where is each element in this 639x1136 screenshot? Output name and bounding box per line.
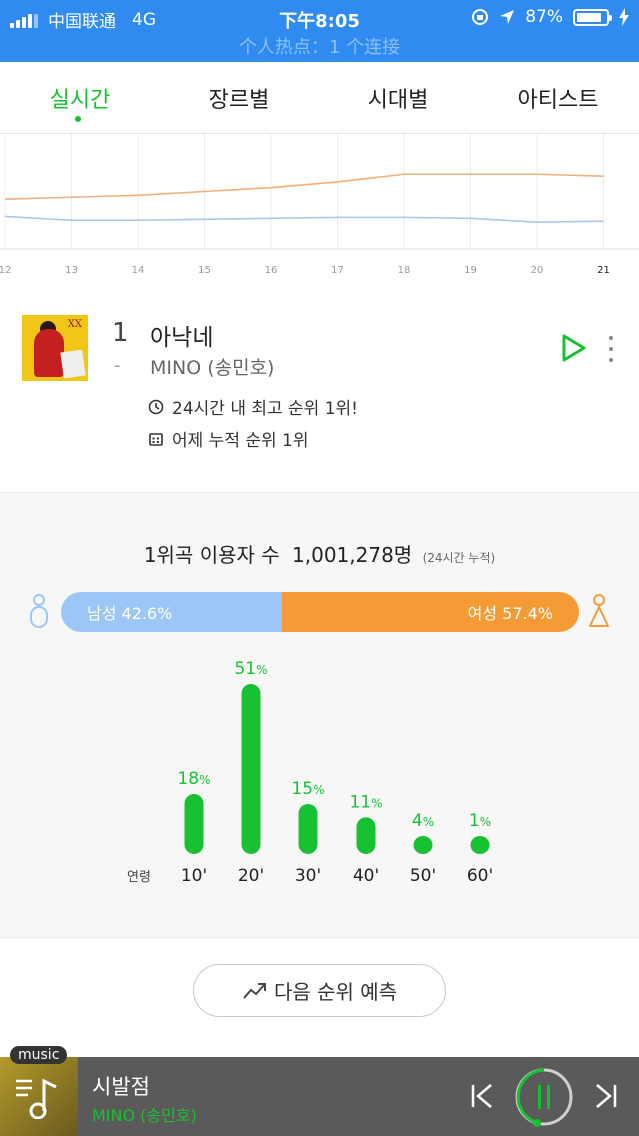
listener-count-note: (24시간 누적) <box>422 551 496 565</box>
age-distribution-chart: 18% 10' 51% 20' 15% 30' 11% 40' 4% 50' 1% 60' 연령 <box>127 659 493 886</box>
tab-realtime[interactable]: 실시간 <box>0 82 160 114</box>
album-art[interactable]: XX <box>22 315 88 381</box>
age-bar-value-label: 51% <box>234 659 267 679</box>
male-icon <box>30 594 48 628</box>
age-axis-label: 연령 <box>127 870 151 885</box>
chart-x-tick-label: 17 <box>331 265 344 276</box>
rank-trend-chart: 12 13 14 15 16 17 18 19 20 21 <box>0 134 639 284</box>
age-bar-value-label: 18% <box>177 769 210 789</box>
top-song: XX 1 - 아낙네 MINO (송민호) 24시간 내 최고 순위 1위! 어… <box>0 300 639 490</box>
age-category-label: 20' <box>238 866 264 886</box>
hotspot-banner[interactable]: 个人热点：1 个连接 <box>0 33 639 59</box>
rotation-lock-icon <box>472 9 489 25</box>
listener-count-value: 1,001,278명 <box>292 543 413 567</box>
clock-icon <box>148 399 164 414</box>
more-options-button[interactable] <box>605 336 617 362</box>
female-icon <box>589 594 609 627</box>
chart-x-tick-label: 13 <box>65 265 78 276</box>
age-bar-50 <box>413 836 433 854</box>
age-category-label: 60' <box>467 866 493 886</box>
pause-button[interactable] <box>514 1067 574 1127</box>
tab-genre[interactable]: 장르별 <box>159 82 319 114</box>
chart-x-tick-label: 14 <box>132 265 145 276</box>
status-bar: 中国联通 4G 下午8:05 87% 个人热点：1 个连接 <box>0 0 639 62</box>
player-artist[interactable]: MINO (송민호) <box>92 1102 197 1126</box>
music-tag: music <box>10 1046 68 1064</box>
next-track-icon[interactable] <box>594 1083 618 1109</box>
predict-button-label: 다음 순위 예측 <box>273 980 398 1004</box>
chart-x-tick-label: 21 <box>597 265 610 276</box>
song-artist[interactable]: MINO (송민호) <box>150 353 274 380</box>
song-title[interactable]: 아낙네 <box>150 318 213 352</box>
tab-bar: 실시간 장르별 시대별 아티스트 <box>0 62 639 134</box>
tab-artist[interactable]: 아티스트 <box>478 82 638 114</box>
previous-track-icon[interactable] <box>470 1083 494 1109</box>
age-bar-value-label: 4% <box>412 811 434 831</box>
age-bar-10 <box>184 794 204 854</box>
chart-x-tick-label: 20 <box>531 265 544 276</box>
rank-trend-svg: 12 13 14 15 16 17 18 19 20 21 <box>0 134 639 276</box>
listener-stats: 1위곡 이용자 수 1,001,278명 (24시간 누적) 남성 42.6% … <box>0 492 639 938</box>
age-bar-value-label: 11% <box>349 792 382 812</box>
calendar-icon <box>149 432 163 446</box>
age-category-label: 40' <box>353 866 379 886</box>
playlist-icon[interactable] <box>14 1075 62 1119</box>
chart-x-tick-label: 16 <box>265 265 278 276</box>
chart-x-tick-label: 12 <box>0 265 11 276</box>
trend-up-icon <box>243 982 266 999</box>
player-title[interactable]: 시발점 <box>92 1071 150 1101</box>
age-bar-value-label: 1% <box>469 811 491 831</box>
listener-count: 1위곡 이용자 수 1,001,278명 (24시간 누적) <box>0 539 639 568</box>
chart-x-tick-label: 18 <box>398 265 411 276</box>
location-icon <box>500 10 515 24</box>
age-category-label: 50' <box>410 866 436 886</box>
age-category-label: 10' <box>181 866 207 886</box>
age-category-label: 30' <box>295 866 321 886</box>
play-icon[interactable] <box>560 332 588 364</box>
gender-ratio-bar: 남성 42.6% 여성 57.4% <box>61 592 579 632</box>
active-tab-indicator <box>75 116 81 122</box>
chart-series-line-2 <box>4 215 604 223</box>
cumulative-rank-info: 어제 누적 순위 1위 <box>148 426 309 451</box>
female-ratio-segment: 여성 57.4% <box>281 592 579 632</box>
status-right: 87% <box>471 7 629 27</box>
song-rank: 1 <box>112 318 129 348</box>
chart-x-tick-label: 19 <box>464 265 477 276</box>
peak-rank-text: 24시간 내 최고 순위 1위! <box>172 399 358 419</box>
chart-series-line-1 <box>4 173 604 200</box>
peak-rank-info: 24시간 내 최고 순위 1위! <box>148 394 358 419</box>
battery-icon <box>573 8 612 26</box>
predict-next-rank-button[interactable]: 다음 순위 예측 <box>193 964 446 1017</box>
mini-player[interactable]: 시발점 MINO (송민호) <box>0 1057 639 1136</box>
tab-era[interactable]: 시대별 <box>318 82 478 114</box>
age-bar-20 <box>241 684 261 854</box>
cumulative-rank-text: 어제 누적 순위 1위 <box>172 431 309 451</box>
battery-percent: 87% <box>525 7 563 27</box>
chart-x-tick-label: 15 <box>198 265 211 276</box>
listener-count-label: 1위곡 이용자 수 <box>143 543 280 567</box>
rank-change: - <box>114 355 121 376</box>
age-bar-30 <box>298 804 318 854</box>
charging-icon <box>619 8 629 26</box>
age-bar-value-label: 15% <box>291 779 324 799</box>
male-ratio-segment: 남성 42.6% <box>61 592 282 632</box>
age-bar-40 <box>356 817 376 854</box>
age-bar-60 <box>470 836 490 854</box>
